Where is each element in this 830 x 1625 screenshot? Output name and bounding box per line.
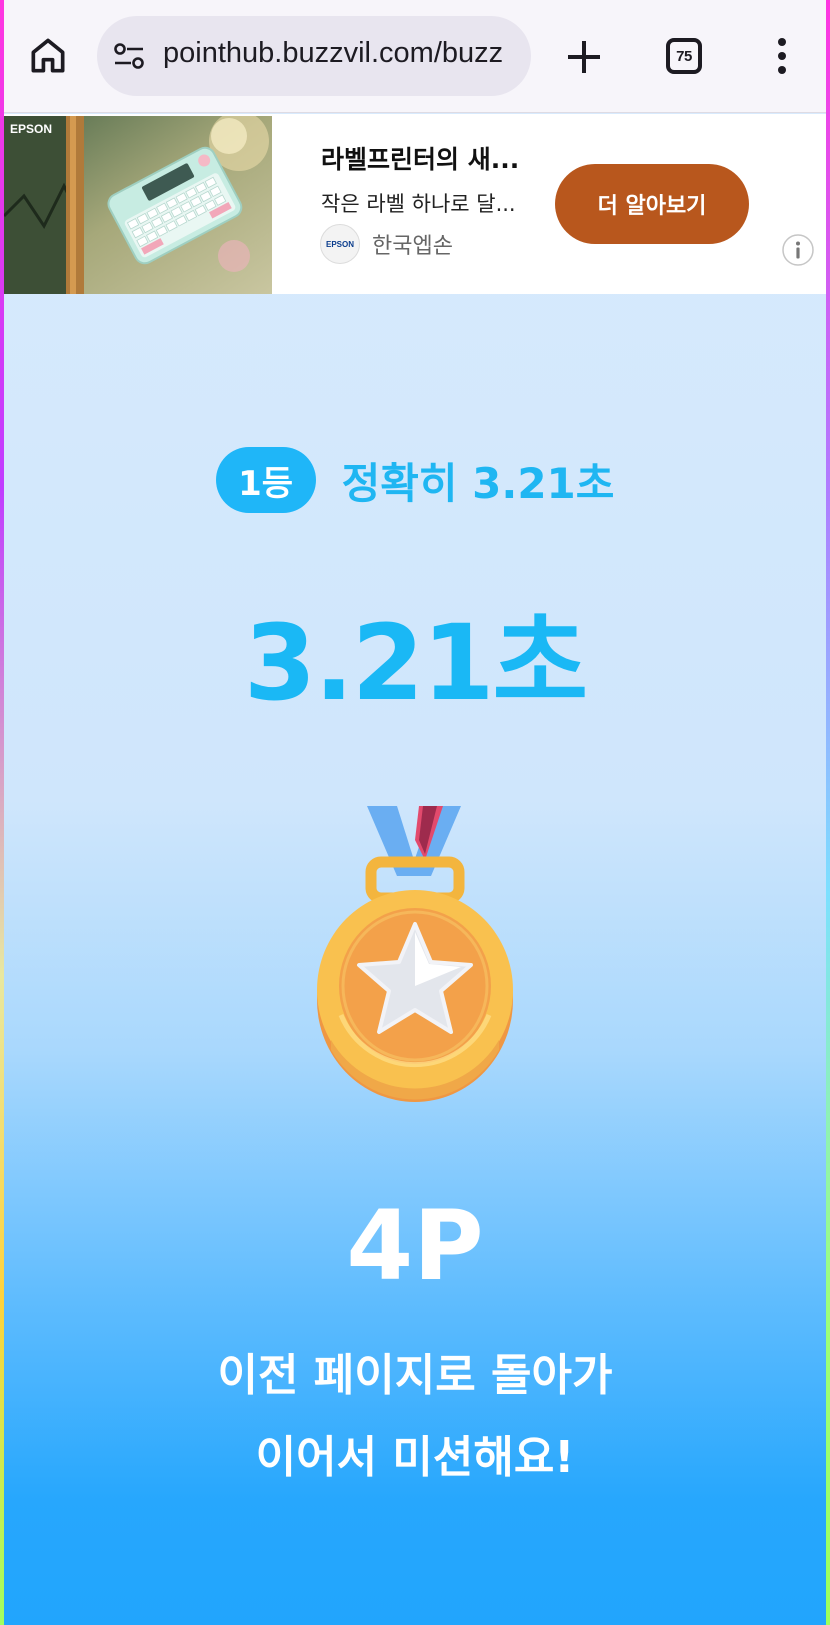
medal-container <box>311 800 519 1105</box>
ad-info-button[interactable] <box>782 234 814 266</box>
ad-description[interactable]: 작은 라벨 하나로 달... <box>321 188 536 218</box>
ad-image-brand: EPSON <box>10 122 53 136</box>
earned-points: 4P <box>346 1190 484 1302</box>
ad-title[interactable]: 라벨프린터의 새... <box>321 140 536 176</box>
tab-count: 75 <box>676 47 692 65</box>
return-message: 이전 페이지로 돌아가 이어서 미션해요! <box>0 1335 830 1499</box>
ad-image[interactable]: EPSON <box>4 116 272 294</box>
info-icon <box>782 234 814 266</box>
advertiser-logo: EPSON <box>320 224 360 264</box>
learn-more-button[interactable]: 더 알아보기 <box>555 164 749 244</box>
tab-switcher-button[interactable]: 75 <box>666 38 702 74</box>
return-message-line2: 이어서 미션해요! <box>255 1432 575 1483</box>
tune-icon[interactable] <box>113 41 145 71</box>
gold-medal-icon <box>317 806 513 1102</box>
new-tab-button[interactable] <box>563 36 605 78</box>
advertiser-logo-text: EPSON <box>325 239 354 249</box>
more-vert-icon <box>778 38 786 74</box>
more-menu-button[interactable] <box>770 36 794 76</box>
ad-banner[interactable]: EPSON 라벨프린터의 새... 작은 라벨 하나로 달... EPSON 한… <box>0 114 830 294</box>
result-time: 3.21초 <box>243 602 588 724</box>
plus-icon <box>568 41 600 73</box>
url-text: pointhub.buzzvil.com/buzz <box>163 37 504 69</box>
address-bar[interactable]: pointhub.buzzvil.com/buzz <box>97 16 531 96</box>
target-time-text: 정확히 3.21초 <box>341 458 615 508</box>
rank-row: 1등 정확히 3.21초 <box>0 444 830 516</box>
home-icon <box>31 38 65 73</box>
home-button[interactable] <box>26 34 70 78</box>
browser-toolbar: pointhub.buzzvil.com/buzz 75 <box>0 0 830 113</box>
return-message-line1: 이전 페이지로 돌아가 <box>217 1350 613 1401</box>
screen-edge-right <box>826 0 830 1625</box>
label-printer-photo <box>4 116 272 294</box>
advertiser-name: 한국엡손 <box>372 234 453 259</box>
rank-badge: 1등 <box>215 447 316 513</box>
screen-edge-left <box>0 0 4 1625</box>
